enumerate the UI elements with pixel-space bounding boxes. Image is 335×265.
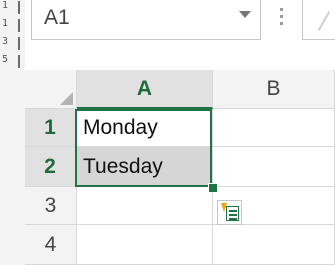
gutter-marker bbox=[18, 37, 20, 50]
formula-bar-area: A1 bbox=[25, 0, 335, 52]
cell-a3[interactable] bbox=[77, 187, 213, 225]
pencil-icon bbox=[317, 10, 331, 32]
row-header-1[interactable]: 1 bbox=[25, 109, 77, 147]
cell-a1[interactable]: Monday bbox=[77, 109, 213, 147]
gutter-line-number: 1 bbox=[2, 0, 9, 11]
editor-gutter: 1 1 3 5 bbox=[0, 0, 25, 265]
column-header-b[interactable]: B bbox=[213, 70, 335, 109]
gutter-marker bbox=[18, 1, 20, 14]
gutter-line-number: 5 bbox=[2, 54, 9, 65]
gutter-line-number: 3 bbox=[2, 36, 9, 47]
name-box-value: A1 bbox=[44, 6, 70, 29]
gutter-line-number: 1 bbox=[2, 18, 9, 29]
formula-input[interactable] bbox=[302, 0, 335, 40]
chevron-down-icon[interactable] bbox=[239, 11, 251, 18]
gutter-marker bbox=[18, 55, 20, 68]
name-box[interactable]: A1 bbox=[31, 0, 261, 40]
splitter-handle-icon[interactable] bbox=[280, 8, 283, 34]
column-header-a[interactable]: A bbox=[77, 70, 213, 109]
row-header-4[interactable]: 4 bbox=[25, 225, 77, 265]
select-all-corner[interactable] bbox=[25, 70, 77, 109]
row-header-2[interactable]: 2 bbox=[25, 147, 77, 187]
cell-b2[interactable] bbox=[213, 147, 335, 187]
cell-b1[interactable] bbox=[213, 109, 335, 147]
flash-fill-options-icon bbox=[226, 206, 239, 221]
row-header-3[interactable]: 3 bbox=[25, 187, 77, 225]
fill-handle[interactable] bbox=[208, 183, 218, 193]
cell-a2[interactable]: Tuesday bbox=[77, 147, 213, 187]
flash-fill-options-button[interactable] bbox=[217, 200, 242, 225]
gutter-marker bbox=[18, 19, 20, 32]
cell-a4[interactable] bbox=[77, 225, 213, 265]
cell-b4[interactable] bbox=[213, 225, 335, 265]
